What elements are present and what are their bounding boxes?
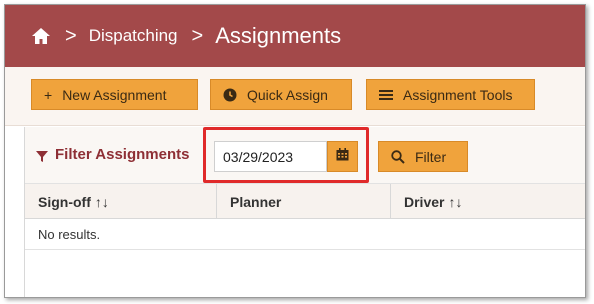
page-title: Assignments [215,23,342,48]
filter-button[interactable]: Filter [378,141,468,172]
filter-button-label: Filter [415,148,447,165]
breadcrumb: > Dispatching > Assignments [5,5,585,67]
app-window: > Dispatching > Assignments + New Assign… [4,4,586,298]
plus-icon: + [44,86,53,103]
assignments-panel: Filter Assignments Filter Sign-off ↑↓ [24,127,585,297]
new-assignment-button[interactable]: + New Assignment [31,79,198,110]
empty-message: No results. [25,219,585,250]
quick-assign-button[interactable]: Quick Assign [210,79,352,110]
highlight-box [203,127,369,183]
assignment-tools-button[interactable]: Assignment Tools [366,79,535,110]
filter-bar: Filter Assignments Filter [25,127,585,184]
column-header-planner[interactable]: Planner [217,184,391,219]
clock-icon [223,88,237,102]
column-header-driver[interactable]: Driver ↑↓ [391,184,585,219]
breadcrumb-separator: > [191,25,204,47]
breadcrumb-item-dispatching[interactable]: Dispatching [89,26,178,46]
toolbar: + New Assignment Quick Assign Assignment… [5,67,585,126]
filter-title-label: Filter Assignments [55,146,190,163]
column-header-sign-off[interactable]: Sign-off ↑↓ [25,184,217,219]
sort-icon: ↑↓ [448,193,463,210]
menu-icon [379,89,393,101]
sort-icon: ↑↓ [94,193,109,210]
breadcrumb-separator: > [65,25,77,47]
assignment-tools-label: Assignment Tools [403,86,513,103]
quick-assign-label: Quick Assign [247,86,328,103]
filter-title[interactable]: Filter Assignments [36,146,189,163]
home-icon[interactable] [31,26,51,46]
table-header: Sign-off ↑↓ Planner Driver ↑↓ [25,184,585,219]
funnel-icon [36,149,48,162]
new-assignment-label: New Assignment [62,86,167,103]
search-icon [391,149,405,164]
